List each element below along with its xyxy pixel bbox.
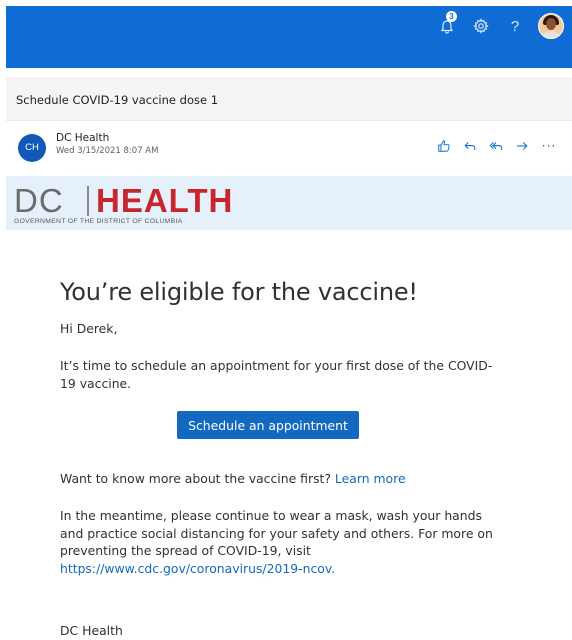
message-actions: ··· [426,138,558,154]
learn-more-link[interactable]: Learn more [335,471,406,486]
learn-more-row: Want to know more about the vaccine firs… [60,471,406,486]
dc-health-logo: DC HEALTH GOVERNMENT OF THE DISTRICT OF … [14,180,254,228]
email-body: You’re eligible for the vaccine! Hi Dere… [60,278,500,638]
reply-all-icon [489,142,503,150]
email-banner: DC HEALTH GOVERNMENT OF THE DISTRICT OF … [6,176,572,230]
more-icon: ··· [541,139,557,153]
logo-dc-text: DC [14,182,64,219]
like-button[interactable] [436,138,452,154]
settings-button[interactable] [470,15,492,37]
logo-divider [87,186,89,216]
gear-icon [473,18,489,34]
reply-icon [464,142,476,150]
greeting: Hi Derek, [60,321,118,336]
like-icon [438,140,450,152]
sender-row: CH DC Health Wed 3/15/2021 8:07 AM ··· [0,126,572,166]
email-headline: You’re eligible for the vaccine! [60,278,418,306]
top-app-bar: 3 ? [6,6,572,68]
sender-avatar[interactable]: CH [18,134,46,162]
cdc-link[interactable]: https://www.cdc.gov/coronavirus/2019-nco… [60,561,335,576]
more-actions-button[interactable]: ··· [540,138,558,154]
intro-paragraph: It’s time to schedule an appointment for… [60,358,493,391]
learn-more-question: Want to know more about the vaccine firs… [60,471,331,486]
precautions-paragraph: In the meantime, please continue to wear… [60,507,500,577]
help-button[interactable]: ? [504,15,526,37]
help-icon: ? [510,17,520,35]
email-signature: DC Health [60,623,123,638]
avatar-face [546,18,556,30]
email-subject: Schedule COVID-19 vaccine dose 1 [16,93,219,107]
avatar-body [542,31,560,38]
notifications-button[interactable]: 3 [436,11,458,37]
notification-badge: 3 [446,11,457,22]
topbar-icons: 3 ? [424,11,564,39]
sender-name[interactable]: DC Health [56,132,109,144]
reply-button[interactable] [462,138,478,154]
schedule-appointment-button[interactable]: Schedule an appointment [177,411,359,439]
precautions-text: In the meantime, please continue to wear… [60,508,493,558]
subject-bar: Schedule COVID-19 vaccine dose 1 [6,77,572,121]
sent-date: Wed 3/15/2021 8:07 AM [56,146,159,156]
logo-subtitle: GOVERNMENT OF THE DISTRICT OF COLUMBIA [14,218,183,225]
avatar[interactable] [538,13,564,39]
reply-all-button[interactable] [488,138,504,154]
logo-health-text: HEALTH [96,182,234,219]
forward-button[interactable] [514,138,530,154]
forward-icon [516,142,528,150]
